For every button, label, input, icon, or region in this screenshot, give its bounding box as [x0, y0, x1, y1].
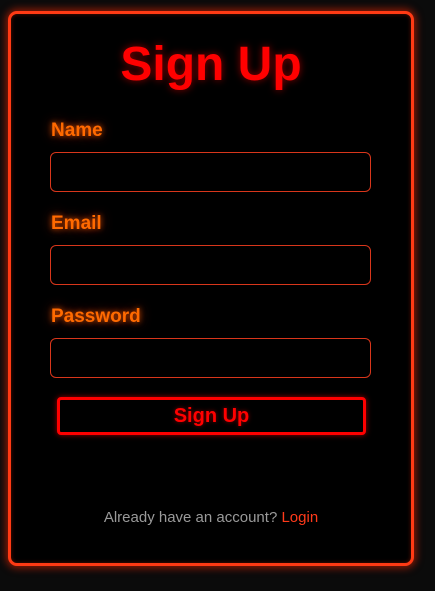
- password-field[interactable]: [50, 338, 371, 378]
- page-title: Sign Up: [120, 38, 302, 91]
- login-prompt: Already have an account? Login: [11, 509, 411, 527]
- sign-up-button[interactable]: Sign Up: [57, 397, 366, 435]
- login-link[interactable]: Login: [281, 509, 318, 526]
- name-field[interactable]: [50, 152, 371, 192]
- signup-card: Sign Up Name Email Password Sign Up Alre…: [8, 11, 414, 566]
- email-label: Email: [51, 213, 102, 234]
- password-label: Password: [51, 306, 141, 327]
- email-field[interactable]: [50, 245, 371, 285]
- login-prompt-text: Already have an account?: [103, 509, 278, 526]
- name-label: Name: [51, 120, 103, 141]
